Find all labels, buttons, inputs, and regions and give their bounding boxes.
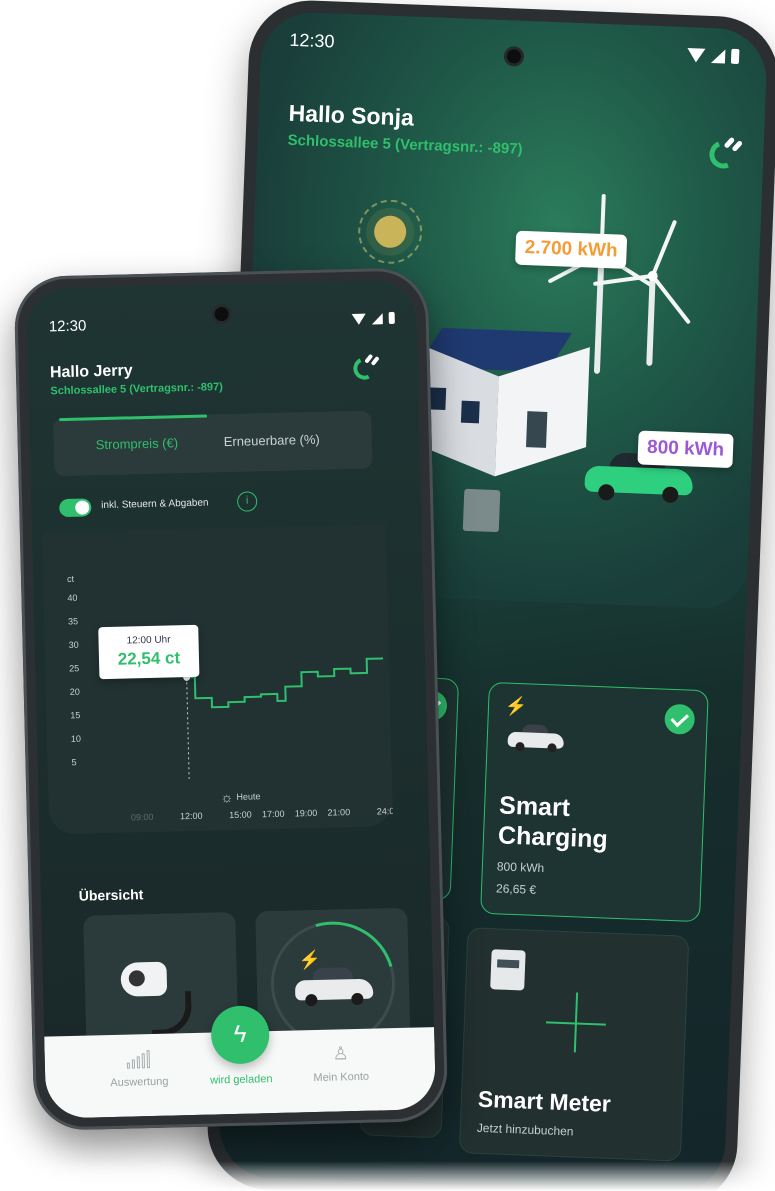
tab-erneuerbare[interactable]: Erneuerbare (%) — [224, 432, 320, 449]
battery-icon — [730, 48, 740, 65]
status-time: 12:30 — [48, 317, 87, 336]
y-tick-label: 5 — [71, 757, 76, 767]
smart-meter-icon — [490, 949, 526, 991]
y-tick-label: 40 — [67, 593, 77, 603]
y-tick-label: 20 — [70, 687, 80, 697]
greeting: Hallo Jerry — [49, 362, 133, 382]
bottom-fade — [0, 1161, 775, 1191]
front-phone-screen: 12:30 Hallo Jerry Schlossallee 5 (Vertra… — [25, 279, 437, 1119]
status-icons — [351, 311, 395, 325]
taxes-toggle[interactable] — [59, 498, 92, 518]
y-tick-label: 30 — [69, 640, 79, 650]
home-battery-icon — [462, 488, 501, 533]
wifi-icon — [351, 313, 366, 325]
status-time: 12:30 — [289, 29, 335, 52]
bar-chart-icon[interactable] — [126, 1048, 150, 1069]
car-icon — [294, 967, 374, 1007]
info-icon[interactable]: i — [236, 491, 258, 512]
charge-fab-button[interactable]: ϟ — [210, 1005, 270, 1065]
promo-stage: 12:30 Hallo Sonja Schlossallee 5 (Vertra… — [0, 0, 775, 1191]
smart-charging-energy: 800 kWh — [496, 859, 545, 876]
smart-meter-title: Smart Meter — [477, 1085, 612, 1117]
check-icon — [664, 703, 696, 735]
x-tick-label: 24:00 — [377, 806, 393, 817]
smart-charging-title-line2: Charging — [497, 821, 609, 854]
status-icons — [686, 47, 740, 65]
smart-meter-card[interactable]: Smart Meter Jetzt hinzubuchen — [458, 927, 690, 1162]
y-tick-label: 25 — [69, 663, 79, 673]
smart-charging-cost: 26,65 € — [495, 881, 537, 897]
x-tick-label: 12:00 — [180, 811, 203, 822]
greeting: Hallo Sonja — [288, 99, 415, 131]
y-tick-label: 15 — [70, 710, 80, 720]
signal-icon — [371, 312, 383, 324]
bolt-icon: ϟ — [233, 1020, 247, 1049]
price-tooltip: 12:00 Uhr 22,54 ct — [98, 624, 200, 680]
user-settings-icon[interactable]: ♙ — [290, 1042, 390, 1065]
selected-point-guide — [186, 677, 190, 780]
nav-auswertung[interactable]: Auswertung — [89, 1075, 189, 1089]
taxes-toggle-label: inkl. Steuern & Abgaben — [101, 497, 209, 512]
y-tick-label: 35 — [68, 616, 78, 626]
tooltip-time: 12:00 Uhr — [126, 634, 171, 647]
x-tick-label: 09:00 — [131, 812, 154, 823]
bolt-icon: ⚡ — [504, 695, 528, 717]
x-tick-label: 15:00 — [229, 810, 252, 821]
smart-charging-card[interactable]: ⚡ Smart Charging 800 kWh 26,65 € — [480, 681, 709, 923]
price-chart[interactable]: ct 40 35 30 25 20 15 10 5 09:00 12:00 15:00 17:00 19:… — [42, 524, 393, 834]
active-tab-indicator — [59, 414, 208, 422]
plug-logo-icon[interactable] — [705, 136, 744, 173]
nav-wird-geladen[interactable]: wird geladen — [191, 1073, 291, 1087]
x-tick-label: 19:00 — [295, 808, 318, 819]
sun-icon: ☼ — [220, 788, 234, 806]
section-title: Übersicht — [78, 886, 144, 904]
tooltip-value: 22,54 ct — [117, 648, 181, 669]
today-label: Heute — [236, 791, 261, 802]
y-tick-label: 10 — [71, 734, 81, 744]
tab-strompreis[interactable]: Strompreis (€) — [96, 435, 179, 452]
wifi-icon — [686, 47, 706, 63]
bottom-navigation: Auswertung ϟ wird geladen ♙ Mein Konto — [44, 1005, 437, 1119]
plug-logo-icon[interactable] — [350, 353, 381, 383]
charger-cable — [151, 991, 193, 1037]
contract-address: Schlossallee 5 (Vertragsnr.: -897) — [50, 381, 223, 398]
x-tick-label: 21:00 — [327, 807, 350, 818]
y-axis-unit: ct — [67, 574, 75, 584]
smart-charging-title-line1: Smart — [498, 791, 571, 823]
consumption-kwh-badge: 800 kWh — [637, 430, 734, 469]
camera-cutout — [211, 303, 232, 325]
x-tick-label: 17:00 — [262, 809, 285, 820]
car-icon — [507, 724, 565, 753]
battery-icon — [388, 311, 395, 325]
chart-mode-tabs: Strompreis (€) Erneuerbare (%) — [53, 410, 373, 477]
smart-meter-subtitle: Jetzt hinzubuchen — [476, 1120, 574, 1139]
production-kwh-badge: 2.700 kWh — [515, 230, 628, 269]
price-series-line — [186, 657, 384, 709]
signal-icon — [710, 48, 726, 64]
front-phone: 12:30 Hallo Jerry Schlossallee 5 (Vertra… — [13, 267, 449, 1131]
nav-mein-konto[interactable]: Mein Konto — [291, 1070, 391, 1084]
price-chart-panel: ct 40 35 30 25 20 15 10 5 09:00 12:00 15:00 17:00 19:… — [41, 524, 394, 835]
